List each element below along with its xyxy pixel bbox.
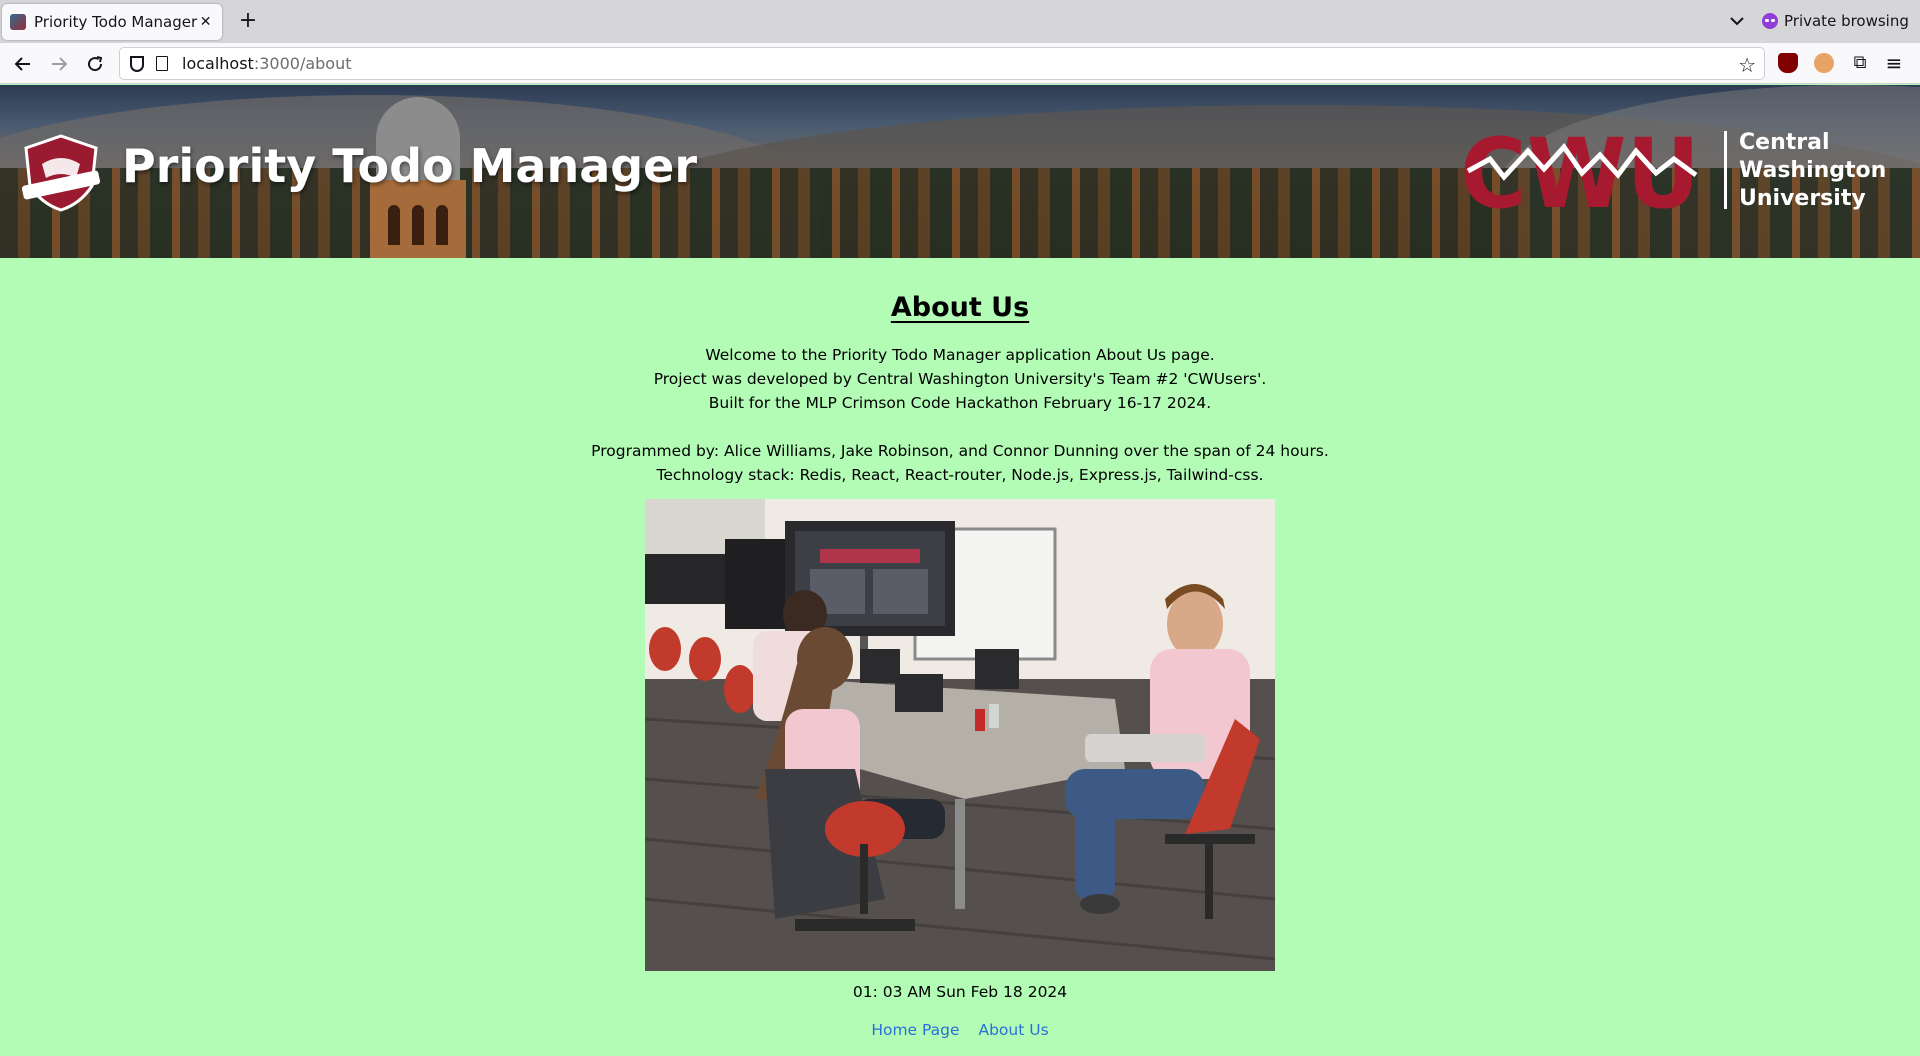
close-tab-icon[interactable]: ✕ — [197, 14, 214, 30]
extensions-puzzle-icon[interactable]: ⧉ — [1850, 53, 1870, 73]
intro-text: Welcome to the Priority Todo Manager app… — [0, 343, 1920, 415]
back-arrow-icon[interactable] — [10, 51, 36, 77]
ublock-origin-icon[interactable] — [1778, 53, 1798, 73]
home-page-link[interactable]: Home Page — [871, 1021, 959, 1039]
intro-line: Built for the MLP Crimson Code Hackathon… — [708, 394, 1212, 412]
bookmark-star-icon[interactable]: ☆ — [1738, 53, 1756, 77]
current-datetime: 01: 03 AM Sun Feb 18 2024 — [852, 983, 1068, 1001]
url-host: localhost — [182, 54, 254, 73]
university-name-line: Central — [1739, 130, 1830, 155]
university-name: Central Washington University — [1739, 129, 1886, 213]
intro-line: Project was developed by Central Washing… — [653, 370, 1267, 388]
reload-icon[interactable] — [82, 51, 108, 77]
cwu-logo: CWU — [1460, 129, 1700, 213]
url-path: :3000/about — [253, 54, 352, 73]
about-section: About Us Welcome to the Priority Todo Ma… — [0, 258, 1920, 1039]
credits-line: Technology stack: Redis, React, React-ro… — [656, 466, 1264, 484]
private-browsing-indicator: Private browsing — [1762, 10, 1909, 32]
credits-text: Programmed by: Alice Williams, Jake Robi… — [0, 439, 1920, 487]
footer-nav: Home Page About Us — [0, 1021, 1920, 1039]
cookie-extension-icon[interactable] — [1814, 53, 1834, 73]
hamburger-menu-icon[interactable]: ≡ — [1884, 53, 1904, 73]
new-tab-button[interactable]: + — [234, 8, 262, 36]
chevron-down-icon[interactable] — [1726, 10, 1748, 32]
about-us-link[interactable]: About Us — [978, 1021, 1048, 1039]
credits-line: Programmed by: Alice Williams, Jake Robi… — [591, 442, 1329, 460]
header-banner: Priority Todo Manager CWU Central Washin… — [0, 85, 1920, 258]
page-info-icon[interactable] — [156, 56, 168, 71]
university-name-line: University — [1739, 186, 1866, 211]
browser-tab[interactable]: Priority Todo Manager ✕ — [2, 4, 222, 40]
favicon-icon — [10, 14, 26, 30]
university-name-line: Washington — [1739, 158, 1887, 183]
forward-arrow-icon[interactable] — [46, 51, 72, 77]
tab-title: Priority Todo Manager — [34, 13, 198, 31]
private-browsing-label: Private browsing — [1784, 12, 1909, 30]
app-title: Priority Todo Manager — [122, 139, 698, 193]
intro-line: Welcome to the Priority Todo Manager app… — [705, 346, 1215, 364]
page-title: About Us — [890, 292, 1030, 323]
address-bar[interactable]: localhost:3000/about ☆ — [119, 47, 1765, 80]
browser-nav-bar: localhost:3000/about ☆ ⧉ ≡ — [0, 43, 1920, 84]
browser-tab-bar: Priority Todo Manager ✕ + Private browsi… — [0, 0, 1920, 43]
tracking-protection-shield-icon[interactable] — [130, 55, 144, 72]
private-mask-icon — [1762, 13, 1778, 29]
logo-divider — [1724, 131, 1727, 209]
team-photo — [645, 499, 1275, 971]
crimsoncode-crest-logo[interactable] — [20, 134, 102, 212]
